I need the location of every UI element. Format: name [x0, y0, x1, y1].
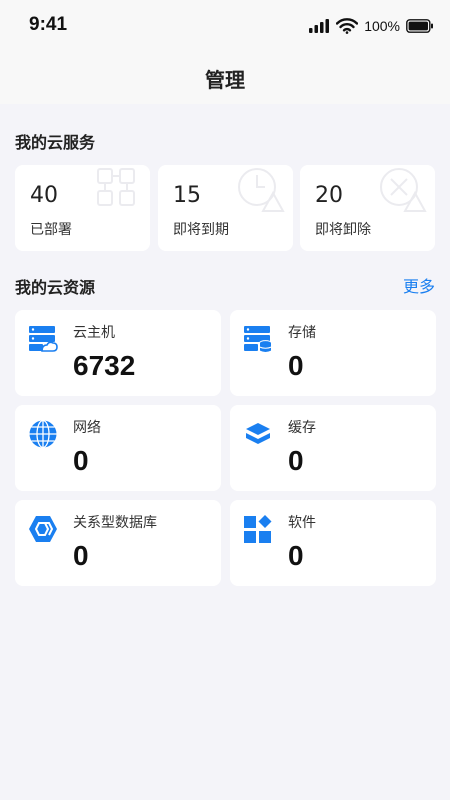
- more-link[interactable]: 更多: [403, 273, 435, 297]
- resource-label: 缓存: [288, 420, 316, 436]
- resource-count: 0: [73, 445, 89, 476]
- service-card-expiring[interactable]: 15 即将到期: [158, 165, 293, 251]
- resource-label: 存储: [288, 325, 316, 341]
- resources-section-title: 我的云资源: [15, 278, 96, 297]
- database-hexagon-icon: [29, 516, 57, 542]
- service-label: 即将到期: [173, 222, 229, 238]
- resource-count: 0: [73, 540, 89, 571]
- deployed-watermark-icon: [97, 168, 135, 206]
- page-title: 管理: [205, 68, 245, 92]
- service-label: 即将卸除: [315, 222, 371, 238]
- removing-watermark-icon: [380, 168, 427, 212]
- resource-label: 云主机: [73, 325, 115, 341]
- nav-bar: 管理: [0, 52, 450, 104]
- status-indicators: 100%: [308, 14, 434, 38]
- signal-icon: [309, 19, 330, 33]
- resource-count: 6732: [73, 350, 136, 381]
- service-card-deployed[interactable]: 40 已部署: [15, 165, 150, 251]
- resource-card-software[interactable]: 软件 0: [230, 500, 436, 586]
- resource-card-storage[interactable]: 存储 0: [230, 310, 436, 396]
- resource-label: 网络: [73, 420, 101, 436]
- service-count: 40: [30, 183, 58, 208]
- resource-count: 0: [288, 350, 304, 381]
- resource-label: 关系型数据库: [73, 515, 157, 531]
- status-time: 9:41: [29, 14, 68, 35]
- resource-card-network[interactable]: 网络 0: [15, 405, 221, 491]
- globe-icon: [29, 419, 57, 449]
- wifi-icon: [336, 18, 359, 34]
- battery-percentage: 100%: [364, 18, 400, 34]
- software-grid-icon: [244, 515, 272, 543]
- service-label: 已部署: [30, 222, 72, 238]
- resource-card-cache[interactable]: 缓存 0: [230, 405, 436, 491]
- resource-label: 软件: [288, 515, 316, 531]
- resource-card-cloud-host[interactable]: 云主机 6732: [15, 310, 221, 396]
- cache-layers-icon: [246, 423, 270, 444]
- resource-count: 0: [288, 540, 304, 571]
- service-card-removing[interactable]: 20 即将卸除: [300, 165, 435, 251]
- expiring-watermark-icon: [238, 168, 285, 212]
- resource-count: 0: [288, 445, 304, 476]
- services-section-title: 我的云服务: [15, 133, 96, 152]
- status-bar: 9:41 100%: [0, 0, 450, 52]
- storage-icon: [244, 326, 272, 353]
- battery-icon: [406, 19, 433, 33]
- service-count: 15: [173, 183, 201, 208]
- resource-card-relational-database[interactable]: 关系型数据库 0: [15, 500, 221, 586]
- service-count: 20: [315, 183, 343, 208]
- cloud-server-icon: [29, 326, 58, 352]
